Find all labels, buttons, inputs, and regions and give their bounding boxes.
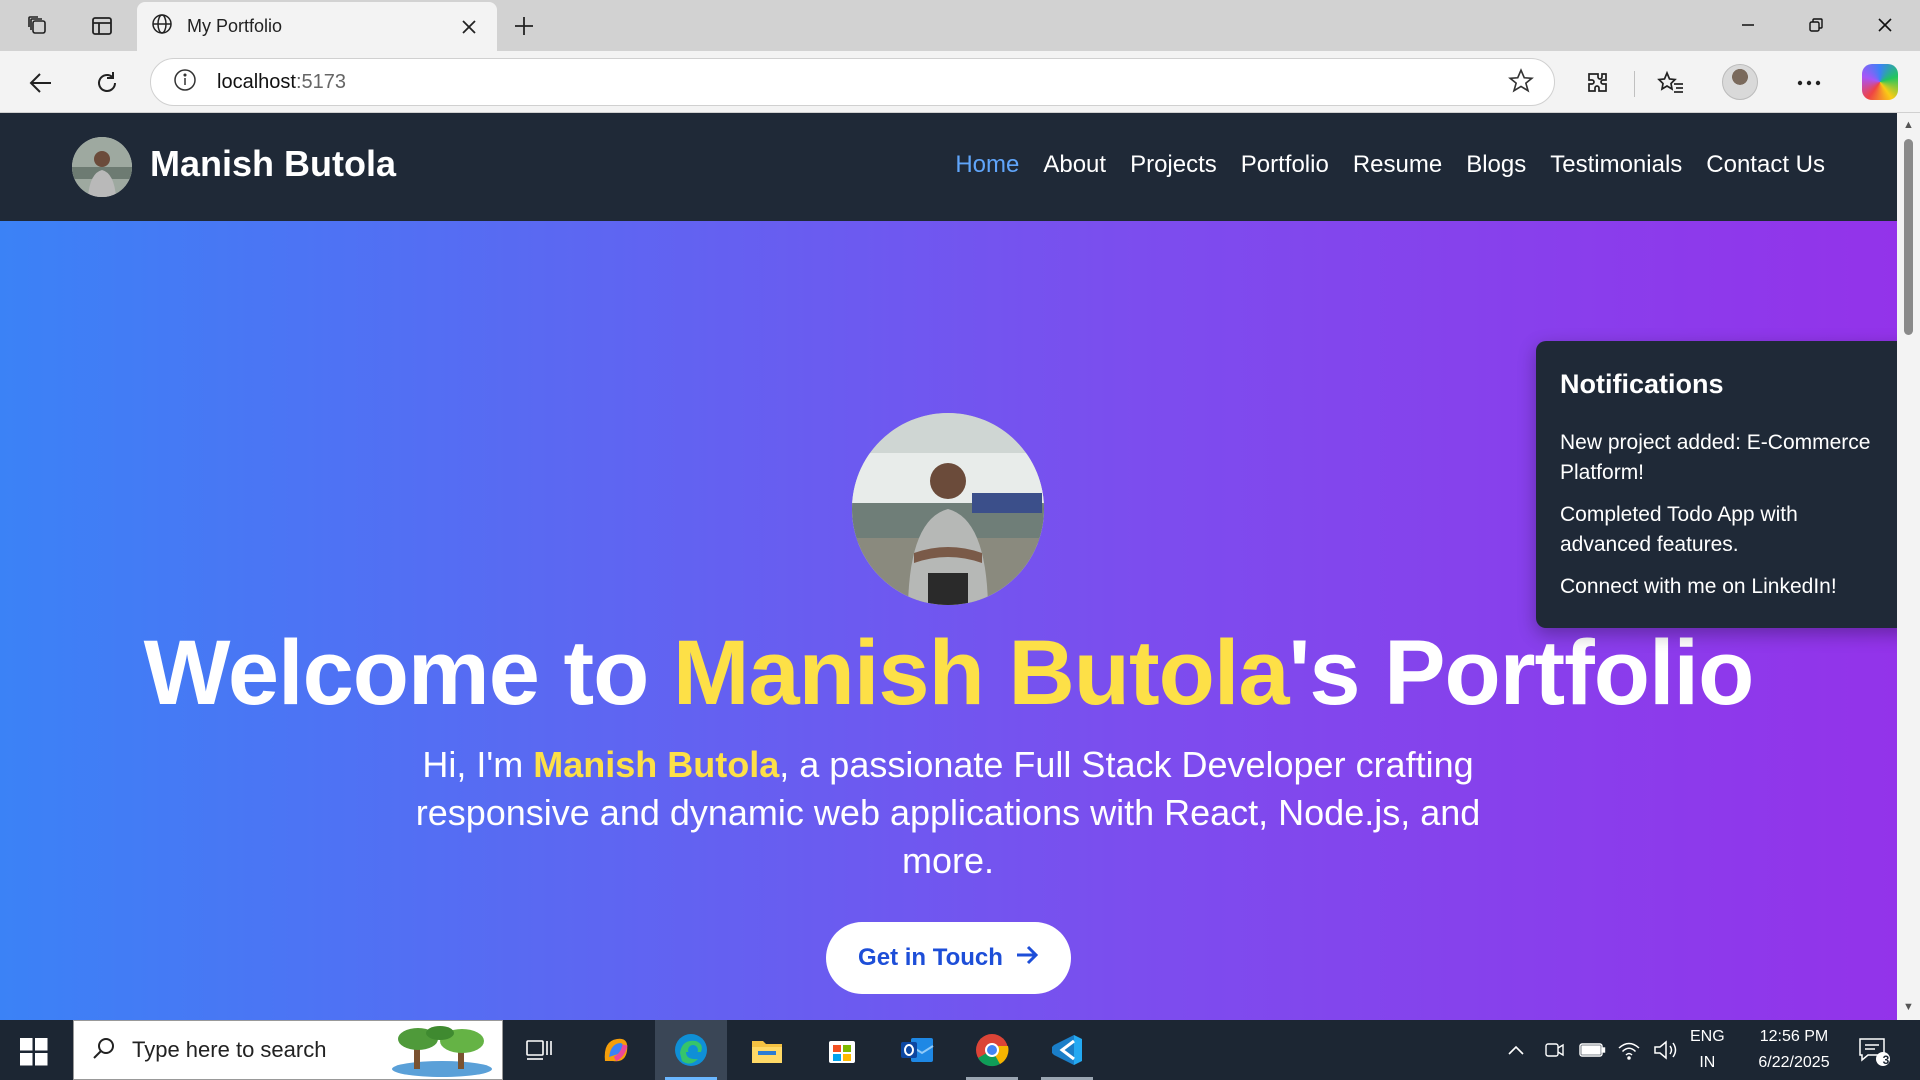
windows-taskbar: Type here to search ENG IN 12:56 PM 6/22… <box>0 1020 1920 1080</box>
workspaces-icon[interactable] <box>22 10 54 42</box>
favorite-star-icon[interactable] <box>1508 68 1534 99</box>
scroll-up-icon[interactable]: ▲ <box>1902 119 1915 132</box>
refresh-icon[interactable] <box>88 64 126 102</box>
vertical-tabs-icon[interactable] <box>86 10 118 42</box>
outlook-icon[interactable] <box>881 1020 953 1080</box>
browser-tab-strip: My Portfolio <box>0 0 1920 51</box>
screen: My Portfolio localhost:5173 Manish Buto… <box>0 0 1920 1080</box>
globe-icon <box>151 13 173 40</box>
clock-date: 6/22/2025 <box>1758 1054 1830 1071</box>
region-code: IN <box>1699 1054 1716 1071</box>
cta-label: Get in Touch <box>858 944 1003 971</box>
battery-icon[interactable] <box>1578 1020 1606 1080</box>
address-bar[interactable]: localhost:5173 <box>150 58 1555 106</box>
hero-title-pre: Welcome to <box>143 622 673 724</box>
close-window-icon[interactable] <box>1861 8 1909 42</box>
active-tab[interactable]: My Portfolio <box>137 2 497 51</box>
search-placeholder: Type here to search <box>132 1037 327 1062</box>
brand-name[interactable]: Manish Butola <box>150 143 396 185</box>
nav-home[interactable]: Home <box>955 151 1019 179</box>
clock[interactable]: 12:56 PM 6/22/2025 <box>1746 1020 1842 1080</box>
notification-item: Connect with me on LinkedIn! <box>1560 575 1837 598</box>
search-highlight-icon <box>388 1025 496 1077</box>
chrome-icon[interactable] <box>956 1020 1028 1080</box>
browser-toolbar: localhost:5173 <box>0 51 1920 113</box>
clock-time: 12:56 PM <box>1759 1028 1829 1045</box>
language-indicator[interactable]: ENG IN <box>1690 1020 1725 1080</box>
hero-title-post: 's Portfolio <box>1288 622 1755 724</box>
nav-blogs[interactable]: Blogs <box>1466 151 1526 179</box>
nav-portfolio[interactable]: Portfolio <box>1241 151 1329 179</box>
hero-sub-pre: Hi, I'm <box>422 744 534 785</box>
tab-title: My Portfolio <box>187 16 283 36</box>
url-host: localhost <box>217 70 296 93</box>
hero-subtitle: Hi, I'm Manish Butola, a passionate Full… <box>398 741 1498 885</box>
extensions-icon[interactable] <box>1579 64 1617 102</box>
scroll-thumb[interactable] <box>1904 139 1913 335</box>
get-in-touch-button[interactable]: Get in Touch <box>826 922 1071 994</box>
scroll-down-icon[interactable]: ▼ <box>1902 1001 1915 1014</box>
restore-icon[interactable] <box>1792 8 1840 42</box>
wifi-icon[interactable] <box>1617 1020 1641 1080</box>
nav-projects[interactable]: Projects <box>1130 151 1217 179</box>
task-view-icon[interactable] <box>503 1020 575 1080</box>
microsoft-store-icon[interactable] <box>806 1020 878 1080</box>
nav-resume[interactable]: Resume <box>1353 151 1442 179</box>
url-port: :5173 <box>295 70 346 93</box>
more-options-icon[interactable] <box>1790 64 1828 102</box>
favorites-icon[interactable] <box>1652 64 1690 102</box>
search-icon <box>92 1036 116 1065</box>
site-navbar: Manish Butola Home About Projects Portfo… <box>0 113 1897 221</box>
profile-photo <box>852 413 1044 605</box>
notifications-title: Notifications <box>1560 369 1724 399</box>
notification-item: Completed Todo App with advanced feature… <box>1560 503 1798 556</box>
copilot-icon[interactable] <box>1862 64 1898 100</box>
copilot-taskbar-icon[interactable] <box>580 1020 652 1080</box>
notification-count-badge: 3 <box>1882 1053 1890 1067</box>
edge-taskbar-icon[interactable] <box>655 1020 727 1080</box>
hero-sub-name: Manish Butola <box>533 744 780 785</box>
action-center-icon[interactable]: 3 <box>1856 1020 1890 1080</box>
toolbar-divider <box>1634 71 1635 97</box>
hero-title-name: Manish Butola <box>672 622 1290 724</box>
site-info-icon[interactable] <box>173 68 197 97</box>
page-scrollbar[interactable]: ▲ ▼ <box>1897 113 1920 1020</box>
volume-icon[interactable] <box>1652 1020 1678 1080</box>
nav-about[interactable]: About <box>1043 151 1106 179</box>
nav-testimonials[interactable]: Testimonials <box>1550 151 1682 179</box>
taskbar-search-box[interactable]: Type here to search <box>73 1020 503 1080</box>
file-explorer-icon[interactable] <box>731 1020 803 1080</box>
vscode-icon[interactable] <box>1031 1020 1103 1080</box>
close-tab-icon[interactable] <box>455 13 483 41</box>
windows-start-icon[interactable] <box>14 1034 54 1068</box>
nav-links: Home About Projects Portfolio Resume Blo… <box>955 151 1825 179</box>
minimize-icon[interactable] <box>1724 8 1772 42</box>
meet-now-icon[interactable] <box>1543 1020 1565 1080</box>
hero-title: Welcome to Manish Butola's Portfolio <box>0 621 1897 726</box>
nav-contact[interactable]: Contact Us <box>1706 151 1825 179</box>
arrow-right-icon <box>1015 944 1039 973</box>
notifications-panel: Notifications New project added: E-Comme… <box>1536 341 1897 628</box>
brand-avatar <box>72 137 132 197</box>
new-tab-icon[interactable] <box>508 10 540 42</box>
show-hidden-icons-chevron-icon[interactable] <box>1506 1020 1526 1080</box>
language-code: ENG <box>1690 1028 1725 1045</box>
notification-item: New project added: E-Commerce Platform! <box>1560 431 1871 484</box>
page-viewport: Manish Butola Home About Projects Portfo… <box>0 113 1897 1020</box>
back-arrow-icon[interactable] <box>22 64 60 102</box>
profile-avatar[interactable] <box>1722 64 1758 100</box>
